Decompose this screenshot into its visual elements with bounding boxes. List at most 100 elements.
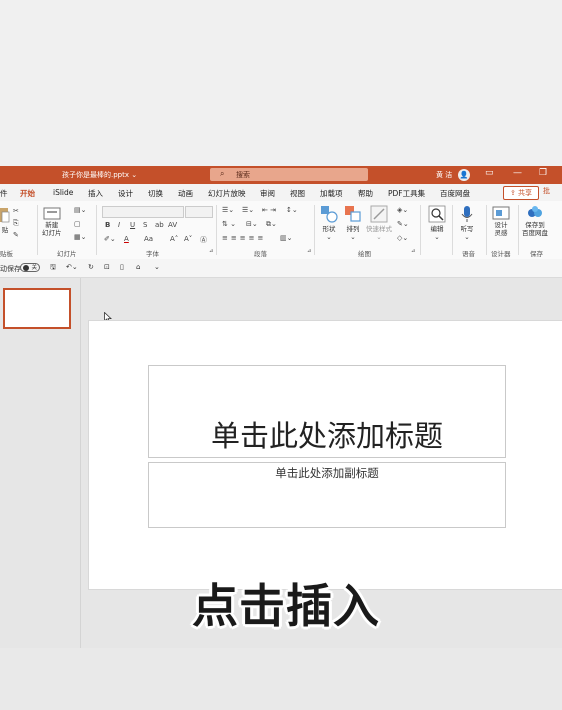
alignment-icons[interactable]: ≡≡≡≡≡ <box>222 234 266 242</box>
numbering-icon[interactable]: ☰⌄ <box>242 206 254 214</box>
minimize-button[interactable]: — <box>513 168 522 178</box>
save-icon[interactable]: 🖫 <box>50 263 56 274</box>
search-box[interactable]: ⌕ 搜索 <box>210 168 368 181</box>
title-placeholder[interactable]: 单击此处添加标题 <box>148 365 506 458</box>
dictate-button[interactable]: 听写 ⌄ <box>460 205 474 241</box>
editing-button[interactable]: 编辑 ⌄ <box>428 205 446 241</box>
tab-help[interactable]: 帮助 <box>358 188 373 199</box>
font-dialog-launcher-icon[interactable]: ⊿ <box>209 248 213 254</box>
save-to-baidu-label: 保存到 百度网盘 <box>522 221 548 237</box>
new-slide-icon <box>43 207 61 220</box>
share-label: 共享 <box>518 189 533 197</box>
subtitle-placeholder[interactable]: 单击此处添加副标题 <box>148 462 506 528</box>
shadow-button[interactable]: ab <box>155 221 164 229</box>
strikethrough-button[interactable]: S <box>143 221 147 229</box>
font-size-input[interactable] <box>185 206 213 218</box>
smartart-icon[interactable]: ⧉⌄ <box>266 220 277 229</box>
paste-button[interactable]: 贴 <box>0 206 10 234</box>
quick-styles-button[interactable]: 快速样式 ⌄ <box>366 205 392 241</box>
shape-outline-icon[interactable]: ✎⌄ <box>397 220 409 228</box>
customize-qat-icon[interactable]: ⌄ <box>154 263 160 271</box>
font-color-button[interactable]: A <box>124 235 129 243</box>
tab-islide[interactable]: iSlide <box>53 188 73 197</box>
drawing-dialog-launcher-icon[interactable]: ⊿ <box>411 248 415 254</box>
quick-access-toolbar: 动保存 关 🖫 ↶⌄ ↻ ⊡ ▯ ⌂ ⌄ <box>0 259 562 278</box>
arrange-icon <box>345 206 361 222</box>
blank-area <box>0 0 562 166</box>
clear-format-icon[interactable]: Ⓐ <box>200 235 207 245</box>
tab-pdf-tools[interactable]: PDF工具集 <box>388 188 425 199</box>
divider <box>216 205 217 255</box>
tab-baidu-pan[interactable]: 百度网盘 <box>440 188 470 199</box>
grow-font-button[interactable]: A˄ <box>170 235 178 243</box>
tab-view[interactable]: 视图 <box>290 188 305 199</box>
editing-label: 编辑 <box>430 225 444 233</box>
arrange-button[interactable]: 排列 ⌄ <box>344 205 362 241</box>
shape-effects-icon[interactable]: ◇⌄ <box>397 234 408 242</box>
search-icon: ⌕ <box>220 169 225 178</box>
bullets-icon[interactable]: ☰⌄ <box>222 206 234 214</box>
bold-button[interactable]: B <box>105 221 110 229</box>
comments-button[interactable]: 批 <box>543 186 550 196</box>
file-name[interactable]: 孩子你是最棒的.pptx ⌄ <box>62 170 137 180</box>
section-icon[interactable]: ▦⌄ <box>74 233 86 241</box>
tab-home[interactable]: 开始 <box>20 188 35 203</box>
reset-icon[interactable]: ▢ <box>74 220 81 228</box>
tab-animations[interactable]: 动画 <box>178 188 193 199</box>
ribbon-display-icon[interactable]: ▭ <box>485 168 494 178</box>
paragraph-dialog-launcher-icon[interactable]: ⊿ <box>307 248 311 254</box>
tab-file[interactable]: 件 <box>0 188 8 199</box>
paragraph-group-label: 段落 <box>254 250 267 258</box>
char-spacing-button[interactable]: AV <box>168 221 177 229</box>
tab-addins[interactable]: 加载项 <box>320 188 343 199</box>
user-name[interactable]: 黄 洁 <box>436 170 452 180</box>
format-painter-icon[interactable]: ✎ <box>13 231 19 239</box>
tab-review[interactable]: 审阅 <box>260 188 275 199</box>
italic-button[interactable]: I <box>118 221 120 229</box>
layout-icon[interactable]: ▤⌄ <box>74 206 86 214</box>
drawing-group-label: 绘图 <box>358 250 371 258</box>
shape-fill-icon[interactable]: ◈⌄ <box>397 206 408 214</box>
highlight-icon[interactable]: ✐⌄ <box>104 235 116 243</box>
new-file-icon[interactable]: ▯ <box>120 263 124 271</box>
avatar[interactable]: 👤 <box>458 169 470 181</box>
cut-icon[interactable]: ✂ <box>13 207 19 215</box>
design-ideas-button[interactable]: 设计 灵感 <box>492 205 510 237</box>
columns-icon[interactable]: ▥⌄ <box>280 234 292 242</box>
redo-icon[interactable]: ↻ <box>88 263 94 271</box>
tab-insert[interactable]: 插入 <box>88 188 103 199</box>
shapes-button[interactable]: 形状 ⌄ <box>320 205 338 241</box>
autosave-toggle[interactable]: 关 <box>20 263 40 272</box>
divider <box>37 205 38 255</box>
ribbon: 贴 ✂ ⎘ ✎ 贴板 新建 幻灯片 ▤⌄ ▢ ▦⌄ 幻灯片 B I U S ab… <box>0 201 562 260</box>
restore-button[interactable]: ❐ <box>539 168 547 178</box>
shrink-font-button[interactable]: A˅ <box>184 235 192 243</box>
font-group-label: 字体 <box>146 250 159 258</box>
shapes-icon <box>321 206 338 223</box>
find-icon <box>428 205 446 223</box>
copy-icon[interactable]: ⎘ <box>13 219 19 228</box>
slides-group-label: 幻灯片 <box>57 250 77 258</box>
tab-design[interactable]: 设计 <box>118 188 133 199</box>
line-spacing-icon[interactable]: ↕⌄ <box>286 206 298 214</box>
change-case-button[interactable]: Aa <box>144 235 153 243</box>
clipboard-group-label: 贴板 <box>0 250 13 258</box>
divider <box>486 205 487 255</box>
new-slide-button[interactable]: 新建 幻灯片 <box>42 205 62 237</box>
align-text-icon[interactable]: ⊟⌄ <box>246 220 258 228</box>
undo-icon[interactable]: ↶⌄ <box>66 263 78 271</box>
font-name-input[interactable] <box>102 206 184 218</box>
open-folder-icon[interactable]: ⌂ <box>136 263 140 271</box>
underline-button[interactable]: U <box>130 221 135 229</box>
share-button[interactable]: ⇪ 共享 <box>503 186 539 200</box>
tab-slideshow[interactable]: 幻灯片放映 <box>208 188 246 199</box>
design-ideas-label: 设计 灵感 <box>494 221 508 237</box>
present-icon[interactable]: ⊡ <box>104 263 110 271</box>
tab-transitions[interactable]: 切换 <box>148 188 163 199</box>
indent-icon[interactable]: ⇤ ⇥ <box>262 206 276 214</box>
slide-thumbnail[interactable] <box>3 288 71 329</box>
share-icon: ⇪ <box>509 189 516 197</box>
save-to-baidu-button[interactable]: 保存到 百度网盘 <box>522 205 548 237</box>
baidu-cloud-icon <box>528 206 542 217</box>
text-direction-icon[interactable]: ⇅ ⌄ <box>222 220 236 228</box>
